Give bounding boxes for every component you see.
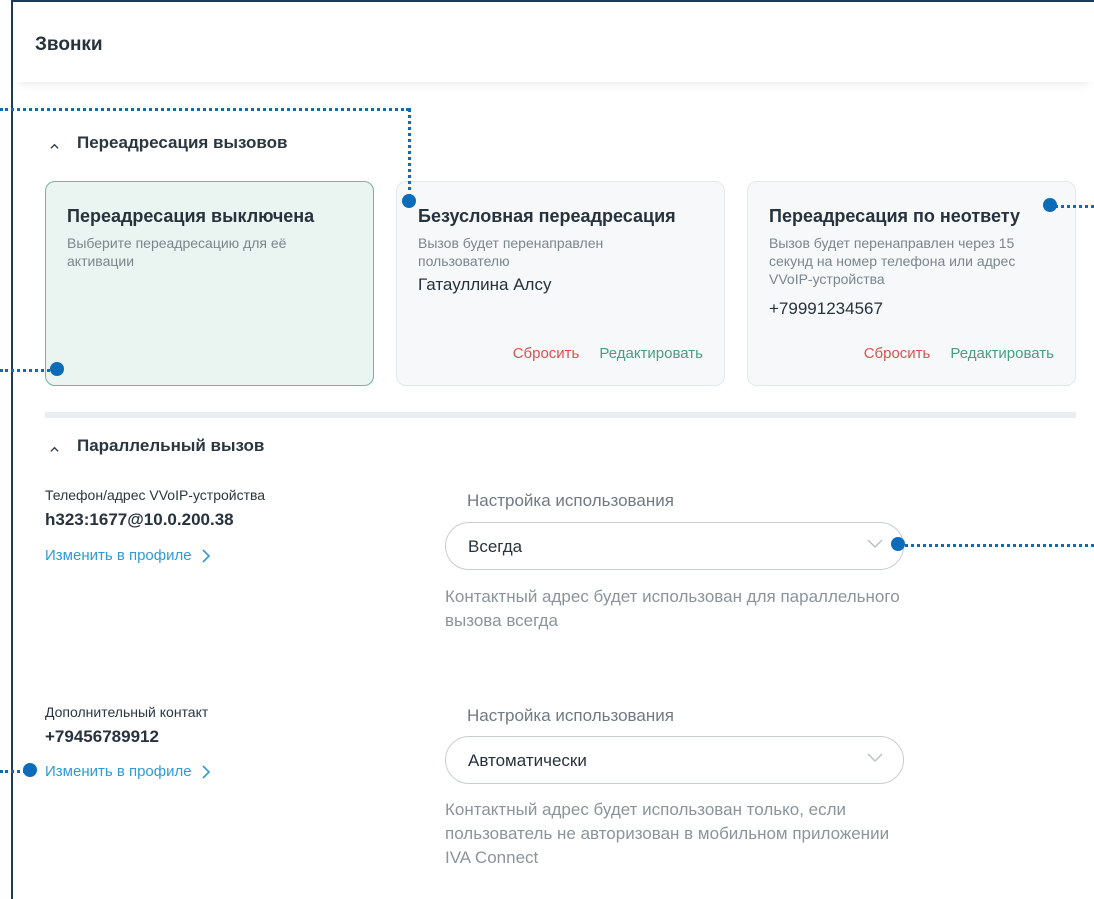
callout-marker [23,763,37,777]
page-header: Звонки [13,2,1094,82]
extra-contact-value: +79456789912 [45,727,159,746]
card-title: Переадресация по неответу [769,206,1021,226]
forwarding-card-disabled[interactable]: Переадресация выключена Выберите переадр… [45,181,374,386]
forwarding-card-unconditional[interactable]: Безусловная переадресация Вызов будет пе… [396,181,725,386]
link-label: Изменить в профиле [45,763,192,780]
callout-marker [1043,198,1057,212]
chevron-down-icon [867,753,883,762]
parallel-section-toggle[interactable]: Параллельный вызов [50,436,264,456]
card-description: Вызов будет перенаправлен через 15 секун… [769,235,1016,287]
card-description: Выберите переадресацию для её активации [67,235,287,269]
callout-line [0,369,55,372]
usage-setting-label: Настройка использования [467,706,674,725]
callout-marker [402,194,416,208]
reset-button[interactable]: Сбросить [864,345,931,362]
card-value: Гатауллина Алсу [418,275,552,294]
usage-hint: Контактный адрес будет использован тольк… [445,800,890,867]
forwarding-section-title: Переадресация вызовов [77,133,288,152]
chevron-right-icon [202,548,210,563]
select-value: Автоматически [468,751,587,770]
edit-button[interactable]: Редактировать [599,345,703,362]
card-actions: Сбросить Редактировать [513,345,703,362]
forwarding-card-no-answer[interactable]: Переадресация по неответу Вызов будет пе… [747,181,1076,386]
card-description: Вызов будет перенаправлен пользователю [418,235,604,269]
change-in-profile-link[interactable]: Изменить в профиле [45,547,210,564]
usage-select[interactable]: Всегда [445,522,904,570]
select-value: Всегда [468,537,523,556]
usage-select[interactable]: Автоматически [445,736,904,784]
reset-button[interactable]: Сбросить [513,345,580,362]
callout-marker [891,537,905,551]
card-title: Переадресация выключена [67,206,315,226]
chevron-up-icon [50,143,59,149]
page-title: Звонки [35,34,103,55]
edit-button[interactable]: Редактировать [950,345,1054,362]
change-in-profile-link[interactable]: Изменить в профиле [45,763,210,780]
card-actions: Сбросить Редактировать [864,345,1054,362]
callout-line [900,544,1094,547]
callout-marker [50,362,64,376]
device-address-value: h323:1677@10.0.200.38 [45,510,234,529]
chevron-up-icon [50,446,59,452]
device-address-label: Телефон/адрес VVoIP-устройства [45,487,266,503]
parallel-section-title: Параллельный вызов [77,436,265,455]
forwarding-section-toggle[interactable]: Переадресация вызовов [50,133,287,153]
extra-contact-label: Дополнительный контакт [45,704,209,720]
chevron-right-icon [202,764,210,779]
usage-setting-label: Настройка использования [467,491,674,510]
callout-line [408,108,411,198]
section-divider [45,412,1076,418]
callout-line [0,108,409,111]
link-label: Изменить в профиле [45,547,192,564]
card-value: +79991234567 [769,299,883,318]
chevron-down-icon [867,539,883,548]
card-title: Безусловная переадресация [418,206,676,226]
usage-hint: Контактный адрес будет использован для п… [445,587,900,630]
